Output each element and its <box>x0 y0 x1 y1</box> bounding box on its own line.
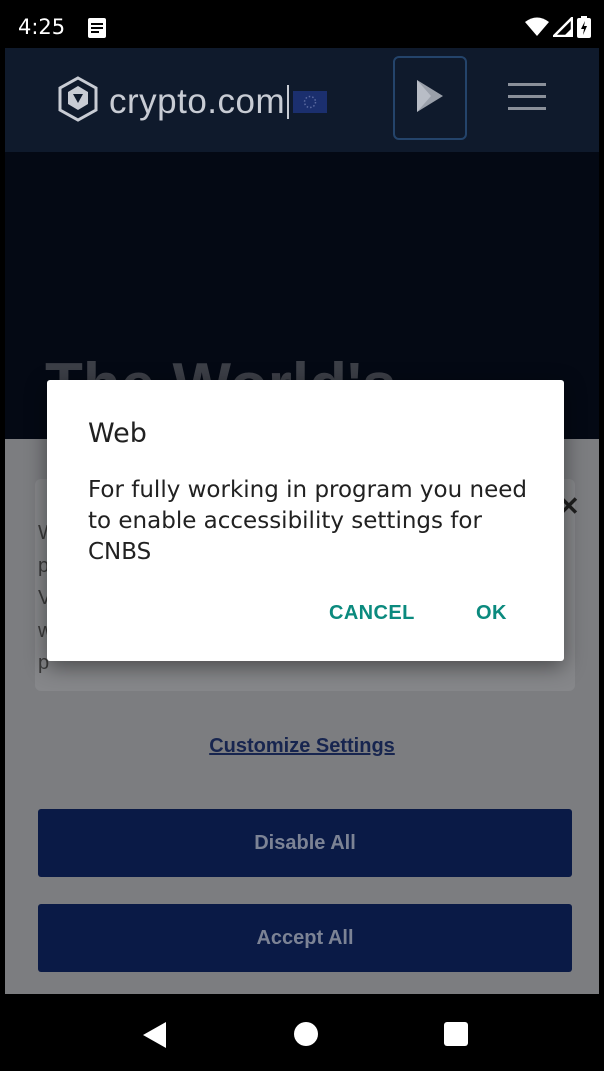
eu-flag-icon <box>293 90 328 113</box>
brand-logo[interactable]: crypto.com <box>57 76 328 127</box>
dialog-title: Web <box>88 418 147 449</box>
home-icon[interactable] <box>294 1022 318 1046</box>
navigation-bar <box>5 994 599 1071</box>
brand-divider <box>287 84 290 119</box>
brand-name: crypto.com <box>109 81 286 121</box>
play-store-button[interactable] <box>393 56 467 140</box>
signal-icon <box>550 14 574 42</box>
status-bar: 4:25 <box>5 6 599 48</box>
customize-settings-link[interactable]: Customize Settings <box>5 735 599 758</box>
battery-icon <box>577 16 591 43</box>
alert-dialog: Web For fully working in program you nee… <box>47 380 564 661</box>
system-icons <box>525 14 591 43</box>
accept-all-button[interactable]: Accept All <box>38 904 572 972</box>
back-icon[interactable] <box>142 1021 168 1054</box>
recents-icon[interactable] <box>444 1022 468 1046</box>
menu-icon[interactable] <box>508 83 546 113</box>
crypto-logo-icon <box>57 76 99 127</box>
site-header: crypto.com <box>5 48 599 152</box>
play-store-icon <box>415 79 445 118</box>
wifi-icon <box>525 17 549 42</box>
dialog-message: For fully working in program you need to… <box>88 477 527 565</box>
notification-icon <box>87 17 107 44</box>
disable-all-button[interactable]: Disable All <box>38 809 572 877</box>
cancel-button[interactable]: CANCEL <box>329 602 415 625</box>
status-time: 4:25 <box>18 15 66 39</box>
ok-button[interactable]: OK <box>476 602 507 625</box>
